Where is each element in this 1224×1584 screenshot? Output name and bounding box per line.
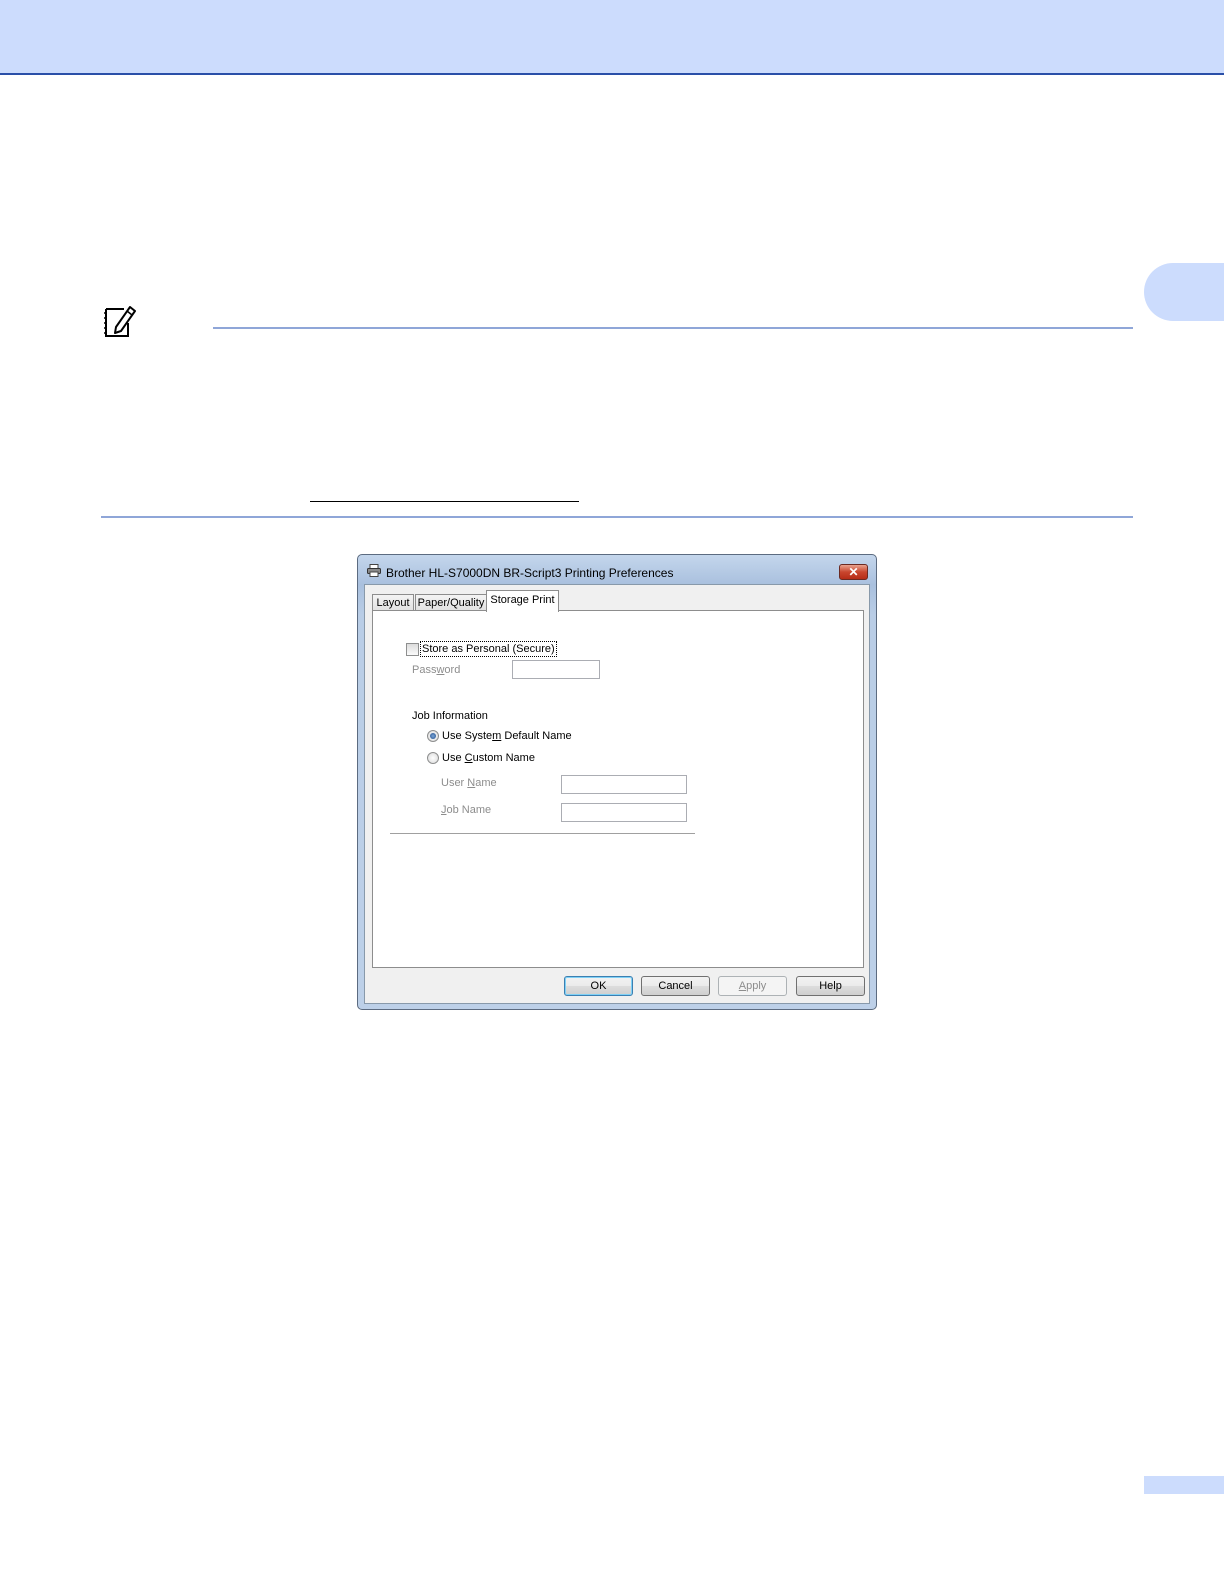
tab-storage-print[interactable]: Storage Print (486, 590, 559, 612)
note-underline (310, 501, 579, 502)
password-label: Password (412, 664, 461, 676)
store-secure-checkbox[interactable] (406, 643, 419, 656)
password-field[interactable] (512, 660, 600, 679)
job-name-label: Job Name (441, 804, 492, 816)
use-custom-name-radio[interactable] (427, 752, 439, 764)
close-button[interactable]: ✕ (839, 564, 868, 580)
group-separator (390, 833, 695, 837)
use-custom-name-label[interactable]: Use Custom Name (442, 751, 535, 765)
note-pencil-icon (104, 306, 136, 337)
tab-paper-quality[interactable]: Paper/Quality (415, 594, 487, 611)
user-name-label: User Name (441, 777, 497, 789)
user-name-field[interactable] (561, 775, 687, 794)
page-header-band (0, 0, 1224, 75)
title-bar[interactable]: Brother HL-S7000DN BR-Script3 Printing P… (358, 555, 876, 583)
printer-icon (367, 564, 381, 577)
close-icon: ✕ (848, 565, 859, 579)
cancel-button[interactable]: Cancel (641, 976, 710, 996)
page-number-tab (1144, 1476, 1224, 1494)
dialog-title: Brother HL-S7000DN BR-Script3 Printing P… (386, 566, 674, 580)
chapter-tab (1144, 263, 1224, 321)
storage-print-panel: Store as Personal (Secure) Password Job … (372, 610, 864, 968)
note-bottom-rule (101, 516, 1133, 518)
dialog-client-area: Layout Paper/Quality Storage Print Store… (364, 584, 870, 1004)
tab-layout[interactable]: Layout (372, 594, 414, 611)
ok-button[interactable]: OK (564, 976, 633, 996)
use-system-default-name-label[interactable]: Use System Default Name (442, 729, 572, 743)
use-system-default-name-radio[interactable] (427, 730, 439, 742)
apply-button[interactable]: Apply (718, 976, 787, 996)
note-top-rule (213, 327, 1133, 329)
printing-preferences-dialog: Brother HL-S7000DN BR-Script3 Printing P… (357, 554, 877, 1010)
help-button[interactable]: Help (796, 976, 865, 996)
store-secure-label[interactable]: Store as Personal (Secure) (420, 641, 557, 657)
job-name-field[interactable] (561, 803, 687, 822)
job-information-heading: Job Information (412, 710, 488, 722)
